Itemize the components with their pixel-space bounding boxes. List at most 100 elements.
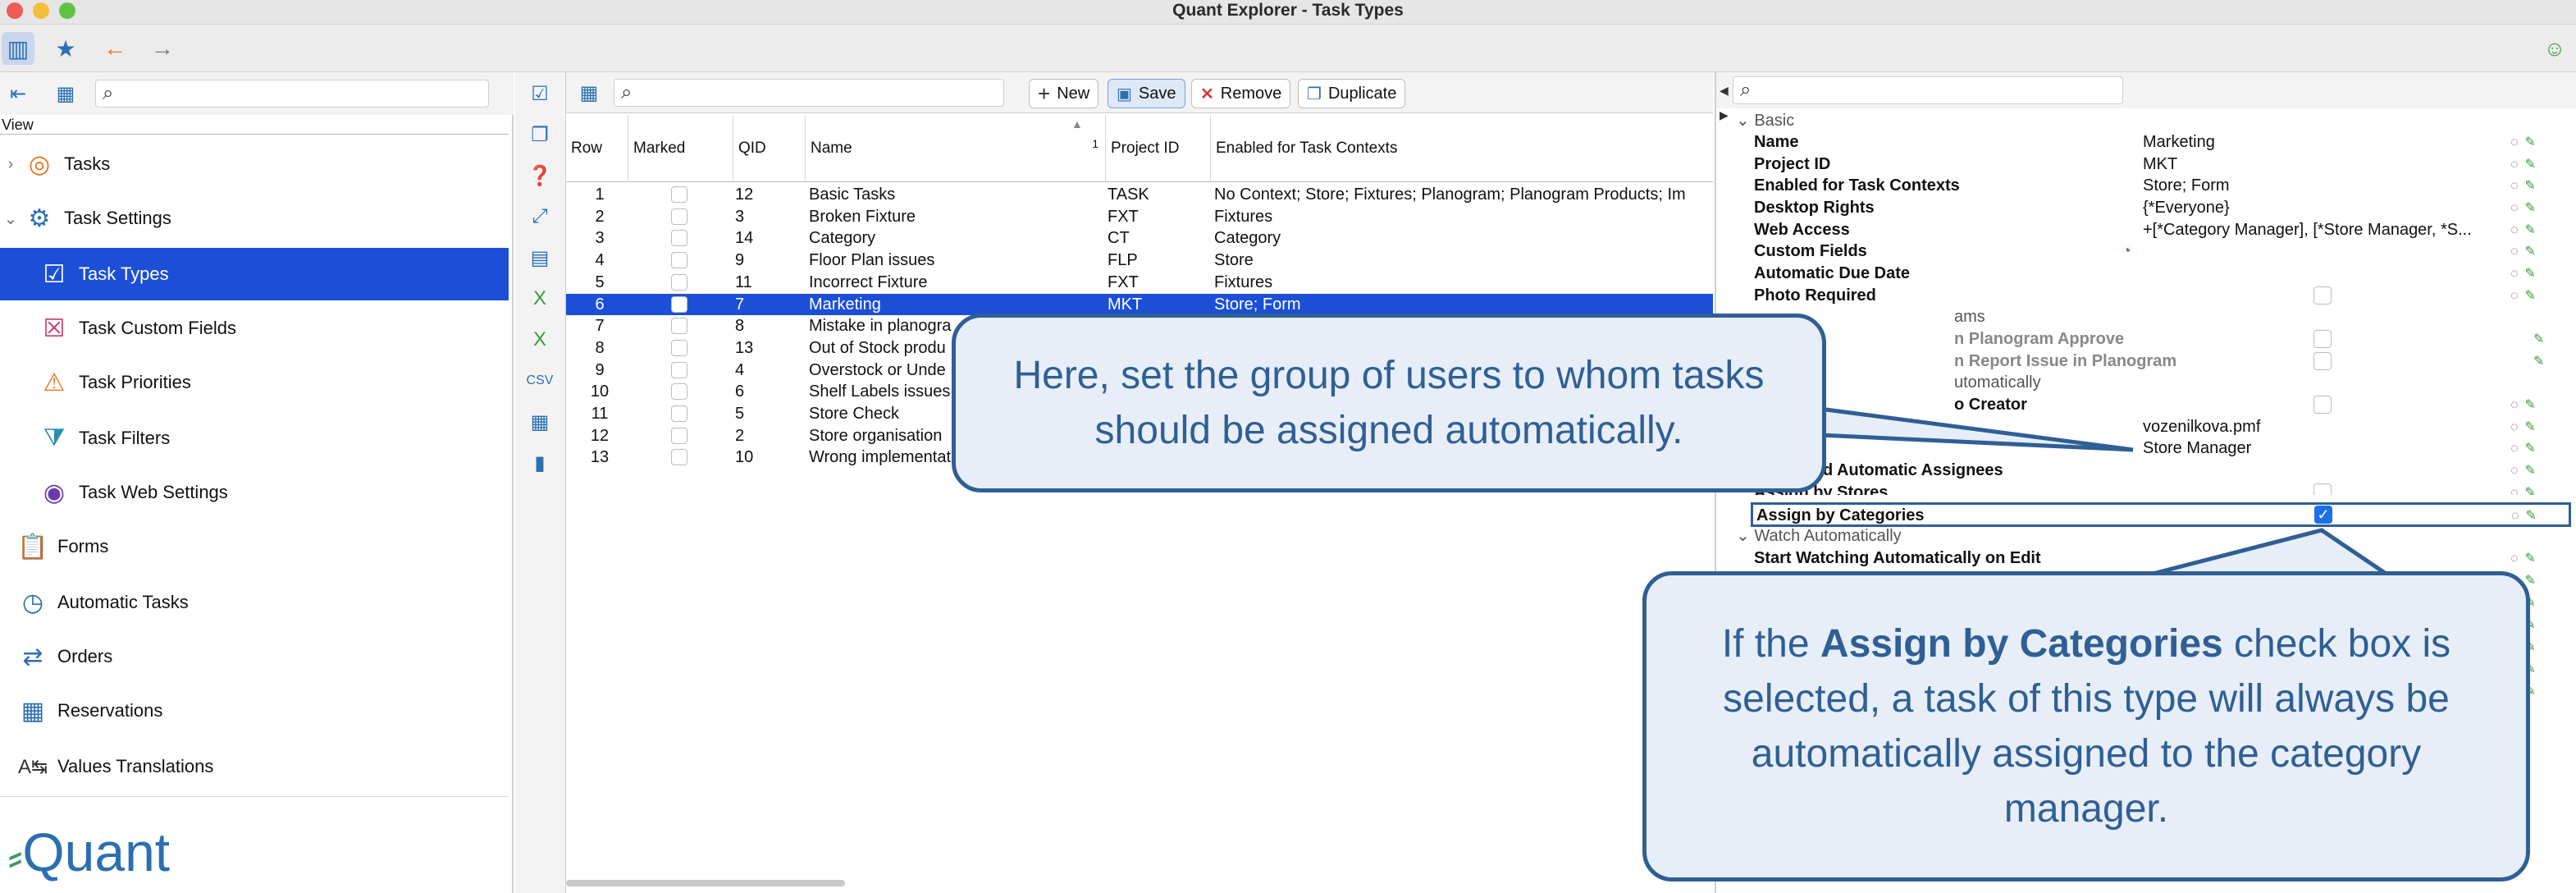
nav-item-task-types[interactable]: ☑ Task Types xyxy=(0,248,509,300)
prop-web-access[interactable]: Web Access +[*Category Manager], [*Store … xyxy=(1716,219,2576,241)
duplicate-button[interactable]: ❐ Duplicate xyxy=(1298,79,1406,108)
prop-automatic-assignees[interactable]: d Automatic Assignees ◌✎ xyxy=(1716,460,2576,482)
prop-reset-icon[interactable]: ◌✎ xyxy=(2510,222,2542,238)
nav-item-values-translations[interactable]: A↹ Values Translations xyxy=(0,740,509,793)
chevron-right-icon[interactable]: › xyxy=(0,155,21,174)
table-settings-icon[interactable]: ▦ xyxy=(525,407,555,437)
assign-by-stores-checkbox[interactable] xyxy=(2313,483,2332,495)
remove-button[interactable]: ✕ Remove xyxy=(1191,79,1291,108)
table-row[interactable]: 2 3 Broken Fixture FXT Fixtures xyxy=(566,206,1713,228)
save-button[interactable]: ▣ Save xyxy=(1108,79,1185,108)
marked-checkbox[interactable] xyxy=(671,449,687,466)
report-issue-checkbox[interactable] xyxy=(2313,352,2332,370)
marked-checkbox[interactable] xyxy=(671,339,687,356)
sidebar-toggle-icon[interactable]: ▥ xyxy=(2,32,34,65)
prop-reset-icon[interactable]: ◌✎ xyxy=(2510,177,2542,194)
nav-item-task-priorities[interactable]: ⚠ Task Priorities xyxy=(0,356,509,409)
horizontal-scrollbar[interactable] xyxy=(566,880,845,886)
marked-checkbox[interactable] xyxy=(671,230,687,247)
prop-reset-icon[interactable]: ◌✎ xyxy=(2510,484,2542,495)
prop-reset-icon[interactable]: ◌✎ xyxy=(2510,199,2542,216)
chevron-down-icon[interactable]: ⌄ xyxy=(0,208,21,229)
column-header-row[interactable]: Row xyxy=(566,115,628,182)
nav-item-task-custom-fields[interactable]: ☒ Task Custom Fields xyxy=(0,302,509,355)
excel-export-icon[interactable]: X xyxy=(525,325,555,355)
nav-item-automatic-tasks[interactable]: ◷ Automatic Tasks xyxy=(0,576,509,629)
nav-item-task-settings[interactable]: ⌄ ⚙ Task Settings xyxy=(0,192,509,245)
grid-search-input[interactable]: ⌕ xyxy=(614,79,1004,107)
prop-reset-icon[interactable]: ◌✎ xyxy=(2510,287,2542,304)
prop-reset-icon[interactable]: ◌✎ xyxy=(2510,243,2542,259)
marked-checkbox[interactable] xyxy=(671,295,687,313)
move-icon[interactable]: ⤢ xyxy=(525,202,555,231)
prop-name[interactable]: Name Marketing ◌✎ xyxy=(1716,131,2576,153)
prop-reset-icon[interactable]: ◌✎ xyxy=(2510,419,2542,435)
marked-checkbox[interactable] xyxy=(671,405,687,422)
marked-checkbox[interactable] xyxy=(671,318,687,335)
table-row[interactable]: 1 12 Basic Tasks TASK No Context; Store; Fix… xyxy=(566,184,1713,206)
column-header-contexts[interactable]: Enabled for Task Contexts xyxy=(1211,115,1713,182)
column-header-name[interactable]: Name 1 ▲ xyxy=(806,115,1106,182)
prop-custom-fields[interactable]: Custom Fields ◔ ◌✎ xyxy=(1716,240,2576,263)
csv-icon[interactable]: CSV xyxy=(525,366,555,396)
marked-checkbox[interactable] xyxy=(671,208,687,225)
marked-checkbox[interactable] xyxy=(671,427,687,444)
section-basic[interactable]: ⌄ Basic xyxy=(1736,110,1794,131)
help-doc-icon[interactable]: ❓ xyxy=(525,161,555,190)
nav-item-forms[interactable]: 📋 Forms xyxy=(0,520,509,573)
prop-assign-by-categories[interactable]: Assign by Categories ✓ ◌✎ xyxy=(1751,502,2571,527)
nav-item-orders[interactable]: ⇄ Orders xyxy=(0,630,509,683)
assign-by-categories-checkbox[interactable]: ✓ xyxy=(2314,506,2332,524)
section-watch-automatically[interactable]: ⌄ Watch Automatically xyxy=(1736,525,1902,547)
column-header-qid[interactable]: QID xyxy=(733,115,806,182)
prop-reset-icon[interactable]: ◌✎ xyxy=(2511,507,2543,524)
prop-planogram-approve[interactable]: n Planogram Approve ✎ xyxy=(1716,328,2576,350)
prop-project-id[interactable]: Project ID MKT ◌✎ xyxy=(1716,153,2576,176)
prop-report-issue[interactable]: n Report Issue in Planogram ✎ xyxy=(1716,350,2576,373)
prop-start-watching[interactable]: Start Watching Automatically on Edit ◌✎ xyxy=(1716,547,2576,570)
table-view-icon[interactable]: ▦ xyxy=(49,77,82,110)
expand-arrow-icon[interactable]: ▶ xyxy=(1720,108,1729,122)
favorites-star-icon[interactable]: ★ xyxy=(49,32,82,65)
prop-reset-icon[interactable]: ◌✎ xyxy=(2510,134,2542,150)
nav-item-reservations[interactable]: ▦ Reservations xyxy=(0,685,509,737)
table-row[interactable]: 4 9 Floor Plan issues FLP Store xyxy=(566,250,1713,272)
smiley-feedback-icon[interactable]: ☺ xyxy=(2538,32,2571,65)
forward-arrow-icon[interactable]: → xyxy=(146,32,179,65)
checklist-icon[interactable]: ☑ xyxy=(525,79,555,108)
properties-search-input[interactable]: ⌕ xyxy=(1733,76,2123,104)
marked-checkbox[interactable] xyxy=(671,252,687,269)
nav-item-task-filters[interactable]: ⧩ Task Filters xyxy=(0,412,509,465)
nav-item-tasks[interactable]: › ◎ Tasks xyxy=(0,138,509,190)
planogram-approve-checkbox[interactable] xyxy=(2313,330,2332,348)
navigation-search-input[interactable]: ⌕ xyxy=(95,80,489,108)
document-icon[interactable]: ▤ xyxy=(525,243,555,272)
chart-icon[interactable]: ▮ xyxy=(525,448,555,478)
table-row[interactable]: 6 7 Marketing MKT Store; Form xyxy=(566,293,1713,316)
collapse-arrow-icon[interactable]: ◀ xyxy=(1720,84,1729,98)
prop-reset-icon[interactable]: ◌✎ xyxy=(2510,265,2542,282)
nav-item-task-web-settings[interactable]: ◉ Task Web Settings xyxy=(0,466,509,519)
marked-checkbox[interactable] xyxy=(671,361,687,378)
prop-assignment-file[interactable]: vozenilkova.pmf ◌✎ xyxy=(1716,416,2576,438)
back-arrow-icon[interactable]: ← xyxy=(98,32,131,65)
new-button[interactable]: + New xyxy=(1029,79,1099,108)
prop-edit-icon[interactable]: ✎ xyxy=(2533,331,2551,347)
prop-reset-icon[interactable]: ◌✎ xyxy=(2510,550,2542,566)
table-row[interactable]: 5 11 Incorrect Fixture FXT Fixtures xyxy=(566,272,1713,294)
marked-checkbox[interactable] xyxy=(671,273,687,291)
prop-photo-required[interactable]: Photo Required ◌✎ xyxy=(1716,285,2576,307)
prop-assign-by-stores[interactable]: Assign by Stores ◌✎ xyxy=(1716,482,2576,495)
prop-reset-icon[interactable]: ◌✎ xyxy=(2510,396,2542,413)
prop-reset-icon[interactable]: ◌✎ xyxy=(2510,462,2542,479)
column-header-marked[interactable]: Marked xyxy=(628,115,733,182)
table-row[interactable]: 3 14 Category CT Category xyxy=(566,227,1713,250)
prop-assign-to-creator[interactable]: o Creator ◌✎ xyxy=(1716,394,2576,416)
prop-enabled-contexts[interactable]: Enabled for Task Contexts Store; Form ◌✎ xyxy=(1716,175,2576,197)
grid-columns-icon[interactable]: ▦ xyxy=(573,76,605,109)
prop-edit-icon[interactable]: ✎ xyxy=(2533,353,2551,369)
marked-checkbox[interactable] xyxy=(671,383,687,401)
prop-reset-icon[interactable]: ◌✎ xyxy=(2510,156,2542,172)
prop-desktop-rights[interactable]: Desktop Rights {*Everyone} ◌✎ xyxy=(1716,197,2576,219)
prop-automatic-due-date[interactable]: Automatic Due Date ◌✎ xyxy=(1716,263,2576,285)
